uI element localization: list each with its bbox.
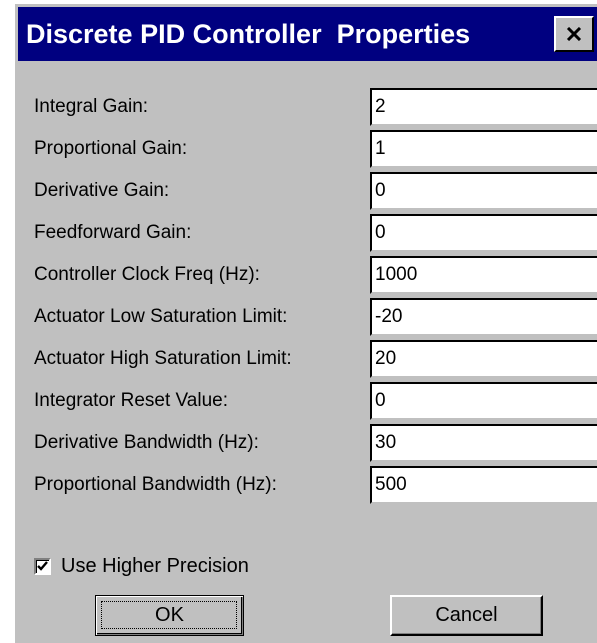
field-row-proportional-bandwidth: Proportional Bandwidth (Hz): (15, 465, 597, 505)
high-saturation-input[interactable] (370, 340, 597, 378)
field-row-feedforward-gain: Feedforward Gain: (15, 213, 597, 253)
higher-precision-checkbox[interactable] (34, 557, 51, 575)
field-row-integrator-reset: Integrator Reset Value: (15, 381, 597, 421)
integrator-reset-input[interactable] (370, 382, 597, 420)
clock-freq-input[interactable] (370, 256, 597, 294)
proportional-gain-input[interactable] (370, 130, 597, 168)
integral-gain-input[interactable] (370, 88, 597, 126)
feedforward-gain-input[interactable] (370, 214, 597, 252)
focus-rectangle (101, 601, 237, 629)
field-row-proportional-gain: Proportional Gain: (15, 129, 597, 169)
field-label-proportional-bandwidth: Proportional Bandwidth (Hz): (34, 474, 277, 495)
dialog-title: Discrete PID Controller Properties (26, 19, 471, 49)
field-row-derivative-gain: Derivative Gain: (15, 171, 597, 211)
field-label-derivative-gain: Derivative Gain: (34, 180, 170, 201)
checkmark-icon (37, 561, 48, 571)
close-button[interactable] (554, 16, 594, 52)
cancel-button-label: Cancel (435, 604, 498, 626)
field-row-clock-freq: Controller Clock Freq (Hz): (15, 255, 597, 295)
field-label-high-saturation: Actuator High Saturation Limit: (34, 348, 292, 369)
low-saturation-input[interactable] (370, 298, 597, 336)
field-label-integrator-reset: Integrator Reset Value: (34, 390, 228, 411)
field-row-derivative-bandwidth: Derivative Bandwidth (Hz): (15, 423, 597, 463)
cancel-button[interactable]: Cancel (390, 595, 543, 636)
field-label-clock-freq: Controller Clock Freq (Hz): (34, 264, 260, 285)
ok-button[interactable]: OK (95, 595, 244, 636)
field-label-feedforward-gain: Feedforward Gain: (34, 222, 192, 243)
field-row-low-saturation: Actuator Low Saturation Limit: (15, 297, 597, 337)
derivative-bandwidth-input[interactable] (370, 424, 597, 462)
field-row-high-saturation: Actuator High Saturation Limit: (15, 339, 597, 379)
field-label-integral-gain: Integral Gain: (34, 96, 149, 117)
field-label-proportional-gain: Proportional Gain: (34, 138, 188, 159)
pid-properties-dialog: Discrete PID Controller Properties Integ… (13, 2, 597, 643)
higher-precision-label[interactable]: Use Higher Precision (61, 555, 249, 578)
close-icon (566, 27, 582, 41)
proportional-bandwidth-input[interactable] (370, 466, 597, 504)
field-row-integral-gain: Integral Gain: (15, 87, 597, 127)
field-label-derivative-bandwidth: Derivative Bandwidth (Hz): (34, 432, 259, 453)
derivative-gain-input[interactable] (370, 172, 597, 210)
field-label-low-saturation: Actuator Low Saturation Limit: (34, 306, 288, 327)
title-bar[interactable]: Discrete PID Controller Properties (18, 7, 597, 61)
higher-precision-option[interactable]: Use Higher Precision (34, 551, 249, 581)
